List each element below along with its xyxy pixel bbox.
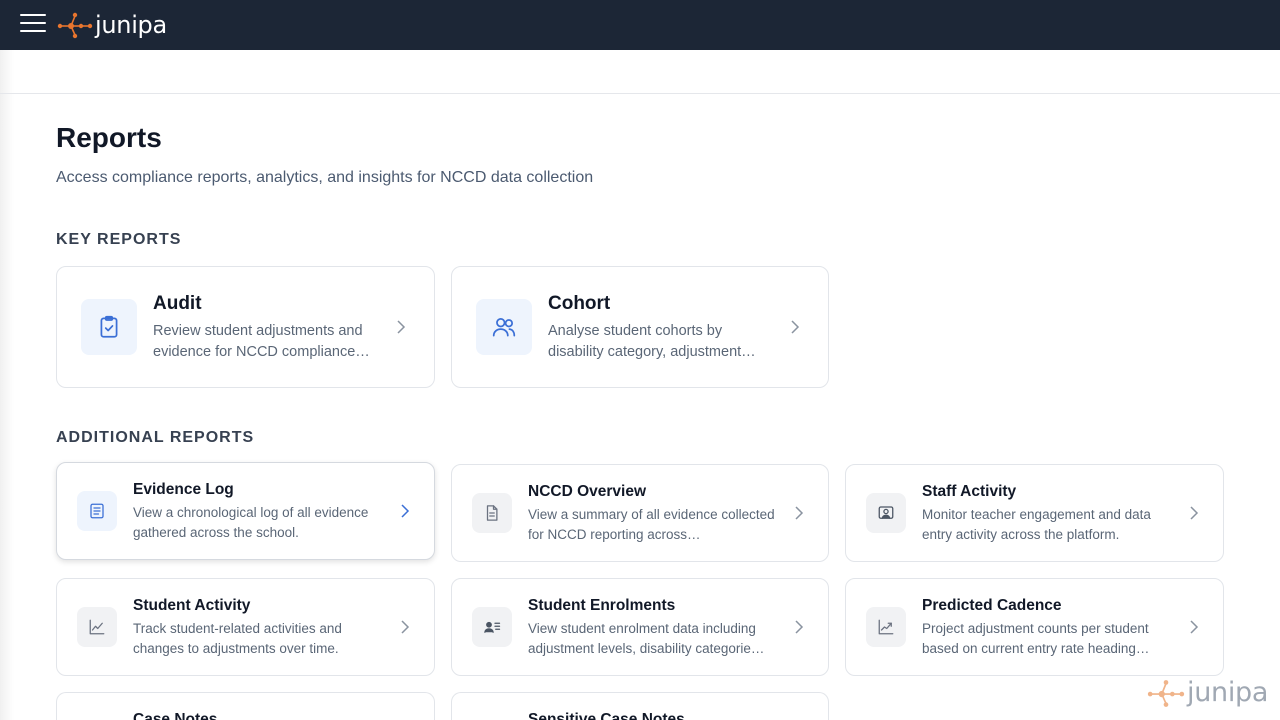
report-card-audit[interactable]: Audit Review student adjustments and evi… <box>56 266 435 388</box>
junipa-watermark: junipa <box>1147 677 1268 708</box>
report-title: Staff Activity <box>922 483 1017 500</box>
page-title: Reports <box>56 122 162 153</box>
report-title: Audit <box>153 293 202 314</box>
report-description: Project adjustment counts per student ba… <box>922 621 1150 656</box>
section-label-additional-reports: ADDITIONAL REPORTS <box>56 429 255 446</box>
users-icon <box>476 299 532 355</box>
report-title: Predicted Cadence <box>922 597 1062 614</box>
report-description: Monitor teacher engagement and data entr… <box>922 507 1151 542</box>
chevron-right-icon <box>397 320 406 334</box>
chevron-right-icon <box>1190 506 1199 520</box>
report-title: Cohort <box>548 293 611 314</box>
report-description: Review student adjustments and evidence … <box>153 323 370 360</box>
hamburger-menu-icon[interactable] <box>20 14 46 34</box>
report-card-case-notes[interactable]: Case Notes <box>56 692 435 720</box>
chevron-right-icon <box>401 504 410 518</box>
report-card-cohort[interactable]: Cohort Analyse student cohorts by disabi… <box>451 266 829 388</box>
sub-header-bar <box>0 50 1280 94</box>
report-card-student-enrolments[interactable]: Student Enrolments View student enrolmen… <box>451 578 829 676</box>
sidebar-shadow <box>0 50 14 720</box>
report-card-sensitive-case-notes[interactable]: Sensitive Case Notes <box>451 692 829 720</box>
trending-up-icon <box>866 607 906 647</box>
report-description: Analyse student cohorts by disability ca… <box>548 323 756 360</box>
chevron-right-icon <box>795 620 804 634</box>
brand-logo[interactable]: junipa <box>57 11 167 39</box>
line-chart-icon <box>77 607 117 647</box>
report-description: View a summary of all evidence collected… <box>528 507 775 542</box>
document-icon <box>472 493 512 533</box>
chevron-right-icon <box>795 506 804 520</box>
section-label-key-reports: KEY REPORTS <box>56 231 182 248</box>
report-card-nccd-overview[interactable]: NCCD Overview View a summary of all evid… <box>451 464 829 562</box>
report-title: Case Notes <box>133 711 218 720</box>
user-list-icon <box>472 607 512 647</box>
list-document-icon <box>77 491 117 531</box>
page-subtitle: Access compliance reports, analytics, an… <box>56 169 594 186</box>
report-title: Student Enrolments <box>528 597 676 614</box>
chevron-right-icon <box>791 320 800 334</box>
top-navigation-bar: junipa <box>0 0 1280 50</box>
report-title: Sensitive Case Notes <box>528 711 685 720</box>
brand-name: junipa <box>95 11 167 39</box>
report-card-evidence-log[interactable]: Evidence Log View a chronological log of… <box>56 462 435 560</box>
report-title: Evidence Log <box>133 481 234 498</box>
report-title: NCCD Overview <box>528 483 647 500</box>
report-card-student-activity[interactable]: Student Activity Track student-related a… <box>56 578 435 676</box>
chevron-right-icon <box>1190 620 1199 634</box>
report-card-staff-activity[interactable]: Staff Activity Monitor teacher engagemen… <box>845 464 1224 562</box>
junipa-network-logo-icon <box>57 12 93 39</box>
junipa-network-logo-icon <box>1147 679 1185 707</box>
user-monitor-icon <box>866 493 906 533</box>
report-title: Student Activity <box>133 597 251 614</box>
clipboard-check-icon <box>81 299 137 355</box>
report-description: View student enrolment data including ad… <box>528 621 765 656</box>
report-description: Track student-related activities and cha… <box>133 621 342 656</box>
watermark-text: junipa <box>1187 677 1269 708</box>
chevron-right-icon <box>401 620 410 634</box>
report-description: View a chronological log of all evidence… <box>133 505 369 540</box>
report-card-predicted-cadence[interactable]: Predicted Cadence Project adjustment cou… <box>845 578 1224 676</box>
